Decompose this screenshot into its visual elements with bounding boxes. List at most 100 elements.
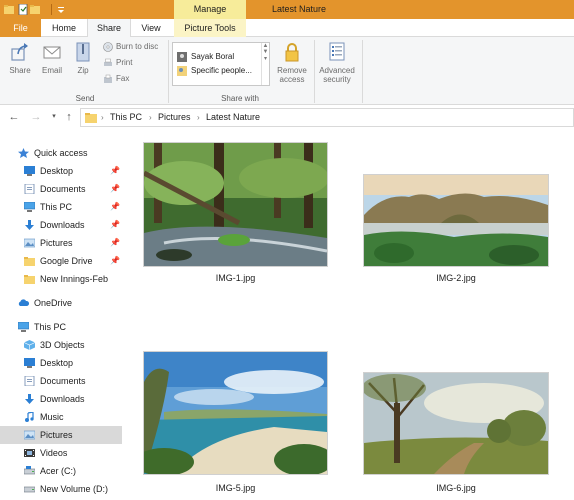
sidebar-item-desktop-pc[interactable]: Desktop xyxy=(0,354,122,372)
pin-icon[interactable]: 📌 xyxy=(110,252,120,270)
folder-icon xyxy=(24,275,35,284)
sidebar-item-music[interactable]: Music xyxy=(0,408,122,426)
share-label: Share xyxy=(9,66,31,75)
sidebar-item-quick-access[interactable]: Quick access xyxy=(0,144,122,162)
sidebar-item-documents[interactable]: Documents 📌 xyxy=(0,180,122,198)
recent-locations-chevron-icon[interactable]: ▾ xyxy=(48,111,60,123)
sidebar-item-label: Acer (C:) xyxy=(40,466,76,476)
security-sheet-icon xyxy=(329,42,345,61)
sidebar-item-google-drive[interactable]: Google Drive 📌 xyxy=(0,252,122,270)
file-name[interactable]: IMG-2.jpg xyxy=(363,273,549,283)
remove-access-button[interactable]: Remove access xyxy=(274,42,310,84)
sidebar-item-new-innings-feb[interactable]: New Innings-Feb xyxy=(0,270,122,288)
file-name[interactable]: IMG-5.jpg xyxy=(143,483,328,493)
sidebar-item-label: Pictures xyxy=(40,238,73,248)
breadcrumb-item[interactable]: Latest Nature xyxy=(206,109,260,126)
music-note-icon xyxy=(25,412,34,422)
breadcrumb-separator-icon[interactable]: › xyxy=(197,109,200,126)
sidebar-item-downloads[interactable]: Downloads 📌 xyxy=(0,216,122,234)
sidebar-item-label: This PC xyxy=(34,322,67,332)
sidebar-item-onedrive[interactable]: OneDrive xyxy=(0,294,122,312)
ribbon-separator xyxy=(168,40,169,103)
pin-icon[interactable]: 📌 xyxy=(110,198,120,216)
folder-icon xyxy=(4,5,14,14)
forward-arrow-icon[interactable]: → xyxy=(30,111,42,123)
address-bar[interactable]: › This PC › Pictures › Latest Nature xyxy=(80,108,574,127)
pin-icon[interactable]: 📌 xyxy=(110,180,120,198)
share-button[interactable]: Share xyxy=(5,42,35,75)
sidebar-item-3d-objects[interactable]: 3D Objects xyxy=(0,336,122,354)
printer-icon xyxy=(104,58,112,66)
breadcrumb-separator-icon[interactable]: › xyxy=(149,109,152,126)
share-with-item[interactable]: Specific people... xyxy=(177,64,252,77)
sidebar-item-label: Downloads xyxy=(40,220,85,230)
ribbon-separator xyxy=(362,40,363,103)
address-row: ← → ▾ ↑ › This PC › Pictures › Latest Na… xyxy=(0,105,574,131)
back-arrow-icon[interactable]: ← xyxy=(8,111,20,123)
tab-file[interactable]: File xyxy=(0,19,41,37)
share-with-scroll[interactable]: ▲ ▼ ▾ xyxy=(261,43,269,85)
fax-button[interactable]: Fax xyxy=(103,73,129,85)
sidebar-item-downloads-pc[interactable]: Downloads xyxy=(0,390,122,408)
tab-share[interactable]: Share xyxy=(87,19,131,38)
pin-icon[interactable]: 📌 xyxy=(110,162,120,180)
print-button[interactable]: Print xyxy=(103,57,132,69)
desktop-icon xyxy=(24,358,35,368)
share-with-item[interactable]: Sayak Boral xyxy=(177,50,234,63)
properties-icon[interactable] xyxy=(18,4,28,15)
file-name[interactable]: IMG-6.jpg xyxy=(363,483,549,493)
contextual-tab-manage[interactable]: Manage xyxy=(174,0,246,19)
pin-icon[interactable]: 📌 xyxy=(110,234,120,252)
pin-icon[interactable]: 📌 xyxy=(110,216,120,234)
sidebar-item-acer-c[interactable]: Acer (C:) xyxy=(0,462,122,480)
tab-view[interactable]: View xyxy=(131,19,171,37)
sidebar-item-label: Music xyxy=(40,412,64,422)
email-button[interactable]: Email xyxy=(37,42,67,75)
file-thumbnail[interactable] xyxy=(363,174,549,267)
email-label: Email xyxy=(41,66,62,75)
breadcrumb-item[interactable]: Pictures xyxy=(158,109,191,126)
sidebar-item-desktop[interactable]: Desktop 📌 xyxy=(0,162,122,180)
file-name[interactable]: IMG-1.jpg xyxy=(143,273,328,283)
sidebar-item-label: 3D Objects xyxy=(40,340,85,350)
up-arrow-icon[interactable]: ↑ xyxy=(63,111,75,123)
sidebar-item-label: Documents xyxy=(40,184,86,194)
misty-mountains-image xyxy=(364,175,548,266)
file-thumbnail[interactable] xyxy=(143,142,328,267)
window-title: Latest Nature xyxy=(271,4,327,14)
remove-access-label: access xyxy=(279,75,305,84)
coastline-image xyxy=(144,352,327,474)
zip-icon xyxy=(76,42,90,62)
breadcrumb-separator-icon[interactable]: › xyxy=(101,109,104,126)
title-bar: Manage Latest Nature xyxy=(0,0,574,19)
download-arrow-icon xyxy=(25,394,34,404)
share-with-list[interactable]: Sayak Boral Specific people... ▲ ▼ ▾ xyxy=(172,42,270,86)
file-thumbnail[interactable] xyxy=(363,372,549,475)
sidebar-item-label: New Innings-Feb xyxy=(40,274,109,284)
zip-button[interactable]: Zip xyxy=(69,42,97,75)
sidebar-item-pictures-pc[interactable]: Pictures xyxy=(0,426,122,444)
sidebar-item-videos[interactable]: Videos xyxy=(0,444,122,462)
file-thumbnail[interactable] xyxy=(143,351,328,475)
sidebar-item-new-volume-d[interactable]: New Volume (D:) xyxy=(0,480,122,498)
sidebar-item-pictures[interactable]: Pictures 📌 xyxy=(0,234,122,252)
tab-home[interactable]: Home xyxy=(41,19,87,37)
sidebar-item-documents-pc[interactable]: Documents xyxy=(0,372,122,390)
sidebar-item-this-pc-quick[interactable]: This PC 📌 xyxy=(0,198,122,216)
documents-icon xyxy=(24,376,35,386)
sidebar-item-label: Desktop xyxy=(40,358,74,368)
advanced-security-label: security xyxy=(323,75,351,84)
folder-icon xyxy=(24,257,35,266)
print-label: Print xyxy=(116,58,133,67)
burn-to-disc-button[interactable]: Burn to disc xyxy=(103,41,158,53)
meadow-tree-image xyxy=(364,373,548,474)
breadcrumb-item[interactable]: This PC xyxy=(110,109,142,126)
desktop-icon xyxy=(24,166,35,176)
new-folder-icon[interactable] xyxy=(30,4,40,15)
advanced-security-button[interactable]: Advanced security xyxy=(316,42,358,84)
burn-to-disc-label: Burn to disc xyxy=(116,42,159,51)
sidebar-item-this-pc[interactable]: This PC xyxy=(0,318,122,336)
tab-picture-tools[interactable]: Picture Tools xyxy=(174,19,246,37)
sidebar-item-label: Documents xyxy=(40,376,86,386)
customize-toolbar-icon[interactable] xyxy=(56,4,66,15)
